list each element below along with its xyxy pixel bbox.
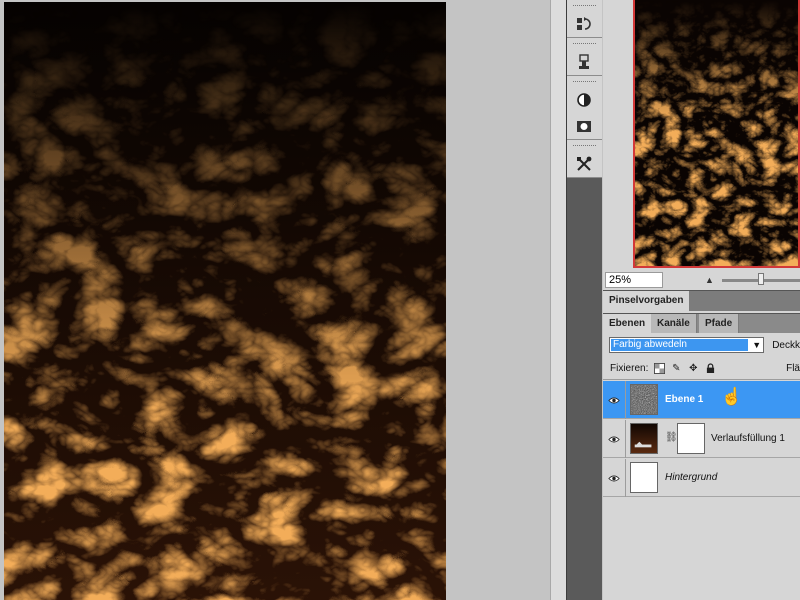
blend-mode-value: Farbig abwedeln [611,339,748,351]
layer-row-verlaufsfuellung-1[interactable]: ⛓ Verlaufsfüllung 1 [603,420,800,458]
layer-name[interactable]: Hintergrund [665,459,717,497]
usb-device-icon[interactable] [567,49,601,75]
grip-handle[interactable] [573,5,596,8]
tool-group-device [567,38,602,76]
lock-transparency-icon[interactable] [653,363,665,375]
document-vertical-scrollbar[interactable] [550,0,566,600]
hand-cursor-icon: ☝ [721,387,743,406]
lock-brush-icon[interactable]: ✎ [670,363,682,375]
navigator-zoom-row: ▲ [603,270,800,290]
right-panel: ▲ Pinselvorgaben Ebenen Kanäle Pfade Far… [603,0,800,600]
layer-thumbnail-noise [630,384,658,415]
lock-all-icon[interactable] [704,363,716,375]
layer-thumbnail-white [630,462,658,493]
zoom-slider[interactable] [721,272,800,285]
navigator-fire-thumbnail [635,0,798,266]
layers-panel-tabbar: Ebenen Kanäle Pfade [603,313,800,334]
layer-mask-thumbnail[interactable] [677,423,705,454]
panel-dock-icons [566,0,602,600]
zoom-input[interactable] [605,272,663,288]
grip-handle[interactable] [573,145,596,148]
navigator-background [603,0,633,268]
tab-channels[interactable]: Kanäle [651,314,697,334]
chain-link-icon[interactable]: ⛓ [665,432,678,443]
document-canvas[interactable] [4,2,446,600]
grip-handle[interactable] [573,81,596,84]
tool-group-adjust [567,76,602,140]
blend-mode-row: Farbig abwedeln ▼ Deckk [603,333,800,357]
layer-name[interactable]: Ebene 1 [665,381,703,419]
tab-paths[interactable]: Pfade [699,314,740,334]
tools-crossed-icon[interactable] [567,151,601,177]
fill-label: Flä [786,363,800,374]
mask-camera-icon[interactable] [567,113,601,139]
blend-mode-select[interactable]: Farbig abwedeln ▼ [609,337,765,353]
lock-label: Fixieren: [610,363,649,374]
navigator-preview[interactable] [633,0,800,268]
tool-group-tools [567,140,602,178]
eye-icon[interactable] [603,459,626,497]
tab-brush-presets[interactable]: Pinselvorgaben [603,291,691,311]
zoom-slider-knob[interactable] [757,272,764,285]
zoom-out-mountain-icon[interactable]: ▲ [705,275,714,285]
history-states-icon[interactable] [567,11,601,37]
lock-move-icon[interactable]: ✥ [687,363,699,375]
fire-texture-image [4,2,446,600]
layer-name[interactable]: Verlaufsfüllung 1 [711,420,785,458]
document-area [0,0,550,600]
lock-row: Fixieren: ✎ ✥ Flä [603,358,800,380]
chevron-down-icon: ▼ [752,340,762,350]
photoshop-window: ▲ Pinselvorgaben Ebenen Kanäle Pfade Far… [0,0,800,600]
layer-row-ebene-1[interactable]: Ebene 1 ☝ [603,381,800,419]
layer-row-hintergrund[interactable]: Hintergrund [603,459,800,497]
brush-panel-tabbar: Pinselvorgaben [603,290,800,311]
eye-icon[interactable] [603,420,626,458]
eye-icon[interactable] [603,381,626,419]
tool-group-history [567,0,602,38]
layer-thumbnail-gradient [630,423,658,454]
grip-handle[interactable] [573,43,596,46]
adjustment-circle-icon[interactable] [567,87,601,113]
opacity-label: Deckk [772,339,800,351]
tab-layers[interactable]: Ebenen [603,314,653,334]
